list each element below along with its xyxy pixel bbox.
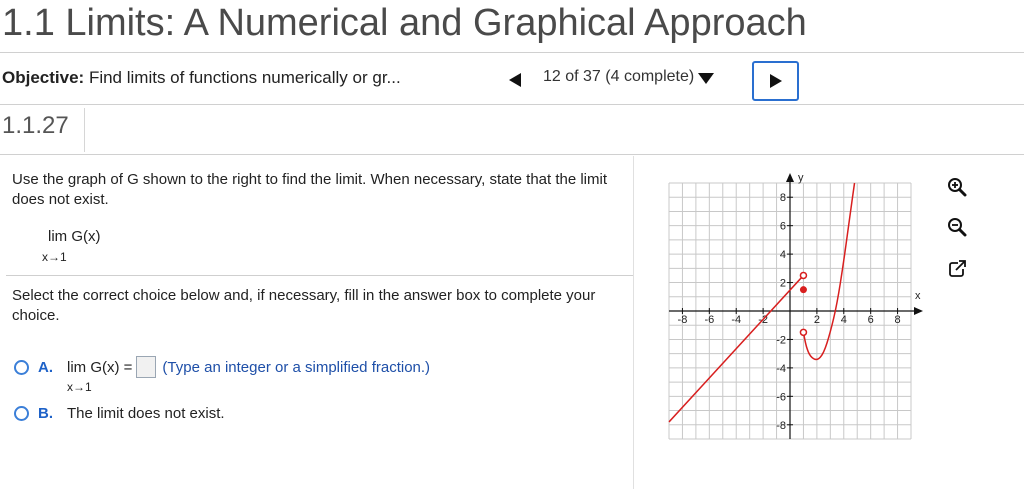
previous-question-button[interactable] xyxy=(499,64,531,96)
question-progress-dropdown[interactable]: 12 of 37 (4 complete) xyxy=(543,68,715,86)
x-tick-label: 2 xyxy=(814,314,820,326)
y-tick-label: 8 xyxy=(780,192,786,204)
open-point xyxy=(799,271,808,280)
question-pane: Use the graph of G shown to the right to… xyxy=(0,156,634,489)
choice-a-radio[interactable] xyxy=(14,359,29,375)
progress-text: 12 of 37 (4 complete) xyxy=(543,68,695,85)
y-axis-label: y xyxy=(798,172,804,184)
x-tick-label: -8 xyxy=(678,314,688,326)
question-number-separator xyxy=(84,108,85,152)
function-graph: -8 -6 -4 -2 2 4 6 88642-2-4-6-8xy xyxy=(668,172,923,440)
triangle-down-icon xyxy=(698,72,715,84)
pane-divider xyxy=(633,156,634,489)
choice-a-limit: lim G(x) = xyxy=(67,358,133,376)
zoom-in-button[interactable] xyxy=(946,176,968,198)
instruction-text: Use the graph of G shown to the right to… xyxy=(12,171,608,208)
choice-b-text: The limit does not exist. xyxy=(67,405,225,422)
y-tick-label: -2 xyxy=(776,334,786,346)
objective-label: Objective: xyxy=(2,68,85,87)
y-tick-label: 4 xyxy=(780,249,786,261)
x-axis-label: x xyxy=(915,290,921,302)
answer-input-box[interactable] xyxy=(136,356,157,378)
page-title: 1.1 Limits: A Numerical and Graphical Ap… xyxy=(2,2,807,44)
select-instruction: Select the correct choice below and, if … xyxy=(12,287,596,324)
question-number: 1.1.27 xyxy=(2,112,69,139)
solid-point xyxy=(799,286,807,294)
prompt-divider xyxy=(6,275,634,276)
y-axis-arrow xyxy=(786,173,794,182)
x-tick-label: 8 xyxy=(894,314,900,326)
graph-curves xyxy=(668,182,856,423)
x-tick-label: 4 xyxy=(841,314,847,326)
next-question-button[interactable] xyxy=(752,61,799,101)
x-tick-label: -4 xyxy=(731,314,741,326)
x-axis-arrow xyxy=(914,307,923,315)
limit-subscript: x→1 xyxy=(42,250,67,264)
open-point xyxy=(799,328,808,337)
y-tick-label: -8 xyxy=(776,420,786,432)
answer-hint: (Type an integer or a simplified fractio… xyxy=(162,358,431,376)
choice-b[interactable]: B. The limit does not exist. xyxy=(14,405,225,422)
limit-expression: lim G(x) xyxy=(48,228,101,245)
y-tick-label: -4 xyxy=(776,363,786,375)
triangle-right-icon xyxy=(769,74,782,88)
choice-a-limit-subscript: x→1 xyxy=(67,380,92,394)
choice-a-letter: A. xyxy=(38,358,53,376)
graph-curve-2 xyxy=(802,182,856,361)
zoom-in-icon xyxy=(948,178,967,197)
choice-b-radio[interactable] xyxy=(14,406,29,421)
triangle-left-icon xyxy=(509,73,521,87)
y-tick-label: 6 xyxy=(780,221,786,233)
x-tick-label: -6 xyxy=(704,314,714,326)
zoom-out-icon xyxy=(948,218,967,237)
zoom-out-button[interactable] xyxy=(946,216,968,238)
choice-a[interactable]: A. lim G(x) = (Type an integer or a simp… xyxy=(14,356,430,378)
y-tick-label: 2 xyxy=(780,278,786,290)
objective-text: Find limits of functions numerically or … xyxy=(88,68,401,87)
y-tick-label: -6 xyxy=(776,391,786,403)
header-divider xyxy=(0,52,1024,53)
open-new-window-icon xyxy=(949,260,967,277)
choice-b-letter: B. xyxy=(38,405,53,422)
objective: Objective: Find limits of functions nume… xyxy=(2,68,401,88)
objective-divider xyxy=(0,104,1024,105)
question-divider xyxy=(0,154,1024,155)
open-new-window-button[interactable] xyxy=(947,258,969,280)
x-tick-label: 6 xyxy=(868,314,874,326)
graph-axes xyxy=(669,173,923,439)
